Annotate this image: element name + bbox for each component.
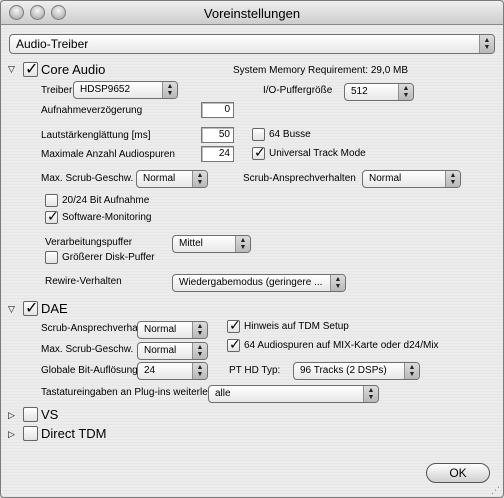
category-popup[interactable]: Audio-Treiber ▲ ▼ xyxy=(9,34,495,54)
recording-delay-field[interactable]: 0 xyxy=(201,102,234,118)
volume-smoothing-field[interactable]: 50 xyxy=(201,127,234,143)
bigger-disk-buffer-checkbox[interactable] xyxy=(45,251,58,264)
dae-scrub-speed-popup-value: Normal xyxy=(144,345,177,356)
popup-arrows-icon: ▲ ▼ xyxy=(398,84,413,100)
dae-scrub-speed-popup[interactable]: Normal ▲ ▼ xyxy=(137,342,208,360)
volume-smoothing-label: Lautstärkenglättung [ms] xyxy=(41,130,151,141)
popup-arrows-icon: ▲ ▼ xyxy=(479,35,494,53)
title-bar: Voreinstellungen xyxy=(1,1,503,25)
dae-scrub-response-popup-value: Normal xyxy=(144,324,177,335)
utm-label: Universal Track Mode xyxy=(269,148,366,159)
bit-resolution-popup-value: 24 xyxy=(144,365,156,376)
tdm-hint-checkbox[interactable] xyxy=(227,317,241,334)
popup-arrows-icon: ▲ ▼ xyxy=(330,275,345,291)
scrub-response-popup[interactable]: Normal ▲ ▼ xyxy=(362,170,461,188)
category-popup-value: Audio-Treiber xyxy=(16,37,89,51)
recording-delay-label: Aufnahmeverzögerung xyxy=(41,105,143,116)
pt-hd-type-label: PT HD Typ: xyxy=(229,365,281,376)
processing-buffer-popup[interactable]: Mittel ▲ ▼ xyxy=(172,235,251,253)
rewire-popup-value: Wiedergabemodus (geringere ... xyxy=(179,277,323,288)
dae-scrub-speed-label: Max. Scrub-Geschw. xyxy=(41,344,134,355)
driver-label: Treiber xyxy=(41,85,73,96)
processing-buffer-popup-value: Mittel xyxy=(179,238,203,249)
core-audio-label: Core Audio xyxy=(41,62,106,77)
pt-hd-type-popup-value: 96 Tracks (2 DSPs) xyxy=(300,365,387,376)
disclosure-closed-icon[interactable]: ▷ xyxy=(8,429,18,439)
max-tracks-label: Maximale Anzahl Audiospuren xyxy=(41,149,175,160)
memory-requirement-text: System Memory Requirement: 29,0 MB xyxy=(233,65,409,76)
scrub-speed-label: Max. Scrub-Geschw. xyxy=(41,173,134,184)
disclosure-closed-icon[interactable]: ▷ xyxy=(8,410,18,420)
scrub-speed-popup-value: Normal xyxy=(143,173,176,184)
bit-resolution-popup[interactable]: 24 ▲ ▼ xyxy=(137,362,208,380)
scrub-speed-popup[interactable]: Normal ▲ ▼ xyxy=(136,170,208,188)
vs-label: VS xyxy=(41,407,59,422)
utm-checkbox[interactable] xyxy=(252,144,266,161)
keyboard-input-popup[interactable]: alle ▲ ▼ xyxy=(208,385,379,403)
tdm-hint-label: Hinweis auf TDM Setup xyxy=(244,321,349,332)
driver-popup[interactable]: HDSP9652 ▲ ▼ xyxy=(73,81,178,99)
popup-arrows-icon: ▲ ▼ xyxy=(192,343,207,359)
dae-scrub-response-label: Scrub-Ansprechverha xyxy=(41,323,138,334)
busses-label: 64 Busse xyxy=(269,129,311,140)
io-buffer-label: I/O-Puffergröße xyxy=(263,85,333,96)
disclosure-open-icon[interactable]: ▽ xyxy=(8,304,18,314)
ok-button[interactable]: OK xyxy=(426,463,490,483)
driver-popup-value: HDSP9652 xyxy=(80,84,131,95)
max-tracks-field[interactable]: 24 xyxy=(201,146,234,162)
core-audio-checkbox[interactable] xyxy=(23,59,38,79)
direct-tdm-checkbox[interactable] xyxy=(23,426,38,441)
scrub-response-label: Scrub-Ansprechverhalten xyxy=(243,173,356,184)
rewire-label: Rewire-Verhalten xyxy=(45,276,122,287)
popup-arrows-icon: ▲ ▼ xyxy=(235,236,250,252)
bit2024-label: 20/24 Bit Aufnahme xyxy=(62,195,150,206)
bit-resolution-label: Globale Bit-Auflösung xyxy=(41,365,138,376)
popup-arrows-icon: ▲ ▼ xyxy=(445,171,460,187)
resize-grip-icon[interactable]: ⋰ xyxy=(491,485,501,495)
pt-hd-type-popup[interactable]: 96 Tracks (2 DSPs) ▲ ▼ xyxy=(293,362,420,380)
software-monitoring-checkbox[interactable] xyxy=(45,208,59,225)
popup-arrows-icon: ▲ ▼ xyxy=(192,363,207,379)
processing-buffer-label: Verarbeitungspuffer xyxy=(45,237,133,248)
dae-checkbox[interactable] xyxy=(23,298,38,318)
disclosure-open-icon[interactable]: ▽ xyxy=(8,64,18,74)
window-title: Voreinstellungen xyxy=(203,6,301,21)
software-monitoring-label: Software-Monitoring xyxy=(62,212,152,223)
mix-tracks-checkbox[interactable] xyxy=(227,336,241,353)
dae-scrub-response-popup[interactable]: Normal ▲ ▼ xyxy=(137,321,208,339)
bit2024-checkbox[interactable] xyxy=(45,194,58,207)
direct-tdm-label: Direct TDM xyxy=(41,426,107,441)
popup-arrows-icon: ▲ ▼ xyxy=(192,171,207,187)
vs-checkbox[interactable] xyxy=(23,407,38,422)
io-buffer-popup[interactable]: 512 ▲ ▼ xyxy=(344,83,414,101)
mix-tracks-label: 64 Audiospuren auf MIX-Karte oder d24/Mi… xyxy=(244,340,439,351)
popup-arrows-icon: ▲ ▼ xyxy=(404,363,419,379)
popup-arrows-icon: ▲ ▼ xyxy=(192,322,207,338)
rewire-popup[interactable]: Wiedergabemodus (geringere ... ▲ ▼ xyxy=(172,274,346,292)
bigger-disk-buffer-label: Größerer Disk-Puffer xyxy=(62,252,155,263)
popup-arrows-icon: ▲ ▼ xyxy=(162,82,177,98)
busses-checkbox[interactable] xyxy=(252,128,265,141)
io-buffer-popup-value: 512 xyxy=(351,86,368,97)
dae-label: DAE xyxy=(41,301,68,316)
preferences-window: Voreinstellungen Audio-Treiber ▲▼ ▽ Core… xyxy=(0,0,504,498)
keyboard-input-popup-value: alle xyxy=(215,388,231,399)
scrub-response-popup-value: Normal xyxy=(369,173,402,184)
popup-arrows-icon: ▲ ▼ xyxy=(363,386,378,402)
keyboard-input-label: Tastatureingaben an Plug-ins weiterlei xyxy=(41,387,210,398)
